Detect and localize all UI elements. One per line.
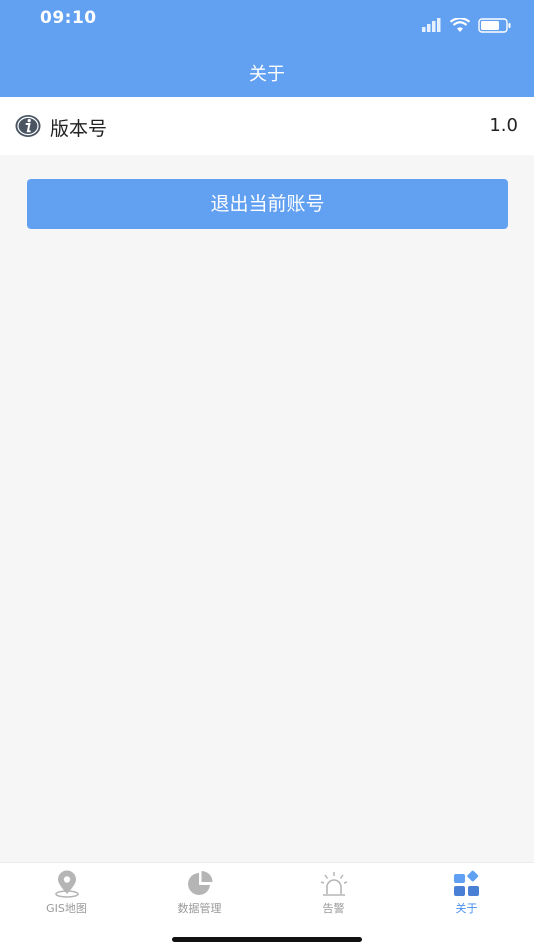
version-row: 版本号 1.0 [0, 97, 534, 155]
status-icons [422, 16, 512, 34]
version-label: 版本号 [50, 118, 108, 140]
page-title: 关于 [249, 64, 285, 85]
info-icon [15, 115, 41, 137]
pie-chart-icon [187, 871, 212, 895]
header-bar: 09:10 关于 [0, 0, 534, 97]
status-time: 09:10 [40, 8, 97, 28]
tab-label: 告警 [322, 902, 345, 915]
tab-label: 关于 [455, 902, 478, 915]
tab-label: GIS地图 [46, 902, 87, 915]
map-pin-icon [54, 870, 79, 898]
wifi-icon [450, 17, 470, 32]
home-indicator [172, 937, 362, 942]
tab-label: 数据管理 [177, 902, 222, 915]
cellular-signal-icon [422, 18, 441, 32]
alarm-icon [320, 872, 347, 896]
tab-data-management[interactable]: 数据管理 [133, 863, 266, 919]
version-value: 1.0 [489, 115, 518, 136]
battery-icon [478, 17, 511, 33]
tab-about[interactable]: 关于 [400, 863, 533, 919]
grid-apps-icon [453, 870, 479, 896]
logout-button[interactable]: 退出当前账号 [27, 179, 508, 229]
tab-gis-map[interactable]: GIS地图 [0, 863, 133, 919]
tab-alarm[interactable]: 告警 [267, 863, 400, 919]
